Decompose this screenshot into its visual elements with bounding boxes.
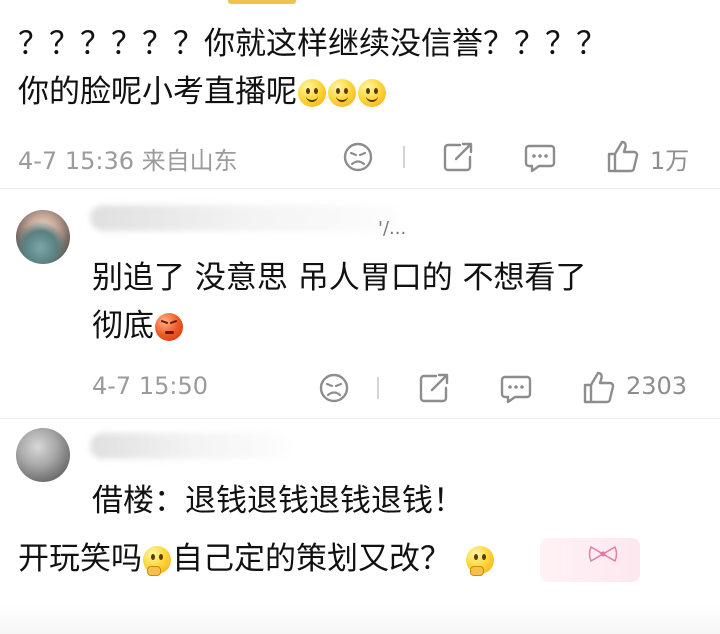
comment-2-line-1: 别追了 没意思 吊人胃口的 不想看了 [92, 260, 587, 296]
comment-icon[interactable] [520, 137, 560, 177]
username-redacted[interactable] [90, 433, 290, 459]
smile-emoji-icon [358, 79, 386, 107]
comment-feed: ？？？？？？你就这样继续没信誉？？？？ 你的脸呢小考直播呢 4-7 15:36 … [0, 0, 720, 634]
thinking-emoji-icon [143, 546, 171, 576]
username-redacted[interactable] [90, 205, 400, 231]
share-icon[interactable] [414, 368, 454, 408]
top-accent-bar [228, 0, 296, 4]
comment-icon[interactable] [496, 368, 536, 408]
comment-3-line-1: 借楼：退钱退钱退钱退钱！ [92, 483, 464, 519]
comment-2-like-count: 2303 [626, 372, 688, 400]
thinking-emoji-icon [466, 546, 494, 576]
comment-3-line-2-part-2: 自己定的策划又改？ [172, 541, 451, 577]
separator [0, 418, 720, 419]
comment-2-line-2: 彻底 [92, 308, 154, 344]
angry-emoji-icon [155, 313, 183, 341]
comment-1-like-count: 1万 [650, 147, 690, 175]
avatar[interactable] [16, 210, 70, 264]
share-icon[interactable] [438, 137, 478, 177]
thumbs-up-icon[interactable] [602, 137, 642, 177]
comment-3-line-1-wrap: 借楼：退钱退钱退钱退钱！ [92, 477, 464, 525]
comment-2-username-suffix: '/... [378, 218, 407, 239]
comment-2-meta: 4-7 15:50 2303 [92, 368, 712, 408]
comment-1-line-2: 你的脸呢小考直播呢 [18, 74, 297, 110]
comment-1-time: 4-7 15:36 来自山东 [18, 147, 238, 175]
thumbs-up-icon[interactable] [578, 368, 618, 408]
comment-1-line-1: ？？？？？？你就这样继续没信誉？？？？ [18, 26, 607, 62]
comment-1-meta: 4-7 15:36 来自山东 1万 [18, 137, 718, 177]
comment-2-text: 别追了 没意思 吊人胃口的 不想看了 彻底 [92, 254, 587, 350]
comment-3-line-2-part-1: 开玩笑吗 [18, 541, 142, 577]
avatar[interactable] [16, 428, 70, 482]
smile-emoji-icon [298, 79, 326, 107]
separator [0, 188, 720, 189]
comment-1-text: ？？？？？？你就这样继续没信誉？？？？ 你的脸呢小考直播呢 [18, 20, 607, 116]
bottom-edge [0, 604, 720, 634]
smile-emoji-icon [328, 79, 356, 107]
bow-icon [588, 545, 618, 563]
meta-divider [377, 377, 379, 399]
comment-3-line-2-wrap: 开玩笑吗 自己定的策划又改？ [18, 535, 495, 583]
dislike-face-icon[interactable] [338, 137, 378, 177]
comment-2-time: 4-7 15:50 [92, 372, 208, 400]
dislike-face-icon[interactable] [314, 368, 354, 408]
meta-divider [403, 146, 405, 168]
